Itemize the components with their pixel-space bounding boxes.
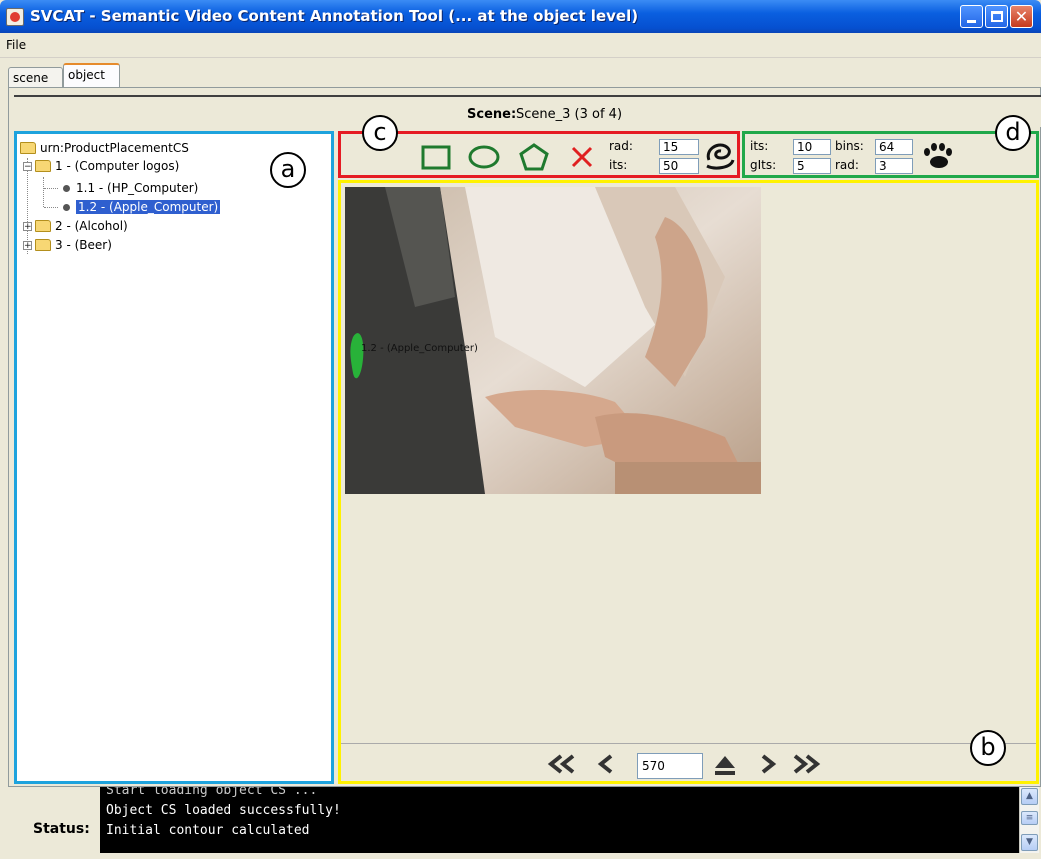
- last-frame-button[interactable]: [791, 750, 823, 778]
- glts-input[interactable]: 5: [793, 158, 831, 174]
- app-icon[interactable]: [6, 8, 24, 26]
- tree-item-alcohol[interactable]: + 2 - (Alcohol): [23, 217, 128, 235]
- marker-d: d: [995, 115, 1031, 151]
- tree-item-label: 1 - (Computer logos): [55, 159, 180, 173]
- eject-button[interactable]: [711, 751, 739, 779]
- menu-file[interactable]: File: [6, 38, 26, 52]
- scroll-down-icon[interactable]: ▼: [1021, 834, 1038, 851]
- status-area: Status: Start loading object CS ... Obje…: [0, 787, 1041, 859]
- expand-icon[interactable]: +: [23, 240, 32, 250]
- minimize-button[interactable]: [960, 5, 983, 28]
- scene-header: Scene: Scene_3 (3 of 4): [14, 95, 1041, 127]
- marker-a: a: [270, 152, 306, 188]
- rad-label: rad:: [609, 139, 633, 153]
- annotation-tree-panel: urn:ProductPlacementCS − 1 - (Computer l…: [14, 131, 334, 784]
- status-scrollbar[interactable]: ▲ ≡ ▼: [1019, 787, 1039, 853]
- scroll-up-icon[interactable]: ▲: [1021, 788, 1038, 805]
- video-frame[interactable]: 1.2 - (Apple_Computer): [345, 187, 761, 494]
- folder-icon: [20, 142, 36, 154]
- status-label: Status:: [33, 821, 90, 837]
- polygon-tool-button[interactable]: [517, 142, 551, 172]
- bins-input[interactable]: 64: [875, 139, 913, 155]
- polygon-icon: [519, 143, 549, 171]
- maximize-button[interactable]: [985, 5, 1008, 28]
- leaf-icon: [63, 203, 70, 211]
- tab-object[interactable]: object: [63, 63, 120, 88]
- tree-item-label: 1.2 - (Apple_Computer): [76, 200, 221, 214]
- status-line: Initial contour calculated: [106, 823, 310, 838]
- video-image: [345, 187, 761, 494]
- object-overlay-label: 1.2 - (Apple_Computer): [361, 343, 478, 354]
- tree-item-label: 1.1 - (HP_Computer): [76, 181, 199, 195]
- folder-icon: [35, 160, 51, 172]
- first-frame-button[interactable]: [545, 750, 577, 778]
- its-input[interactable]: 50: [659, 158, 699, 174]
- left-arrow-icon: [597, 754, 613, 774]
- tab-scene[interactable]: scene: [8, 67, 63, 87]
- scene-label: Scene:: [467, 107, 517, 122]
- next-frame-button[interactable]: [757, 750, 781, 778]
- delete-shape-button[interactable]: [565, 142, 599, 172]
- previous-frame-button[interactable]: [593, 750, 617, 778]
- delete-icon: [571, 146, 593, 168]
- status-line: Object CS loaded successfully!: [106, 803, 341, 818]
- paw-icon: [924, 143, 952, 168]
- collapse-icon[interactable]: −: [23, 161, 32, 171]
- scroll-thumb[interactable]: ≡: [1021, 811, 1038, 825]
- eject-icon: [715, 756, 735, 775]
- tree-item-apple-computer[interactable]: 1.2 - (Apple_Computer): [61, 198, 221, 216]
- scene-value: Scene_3 (3 of 4): [516, 107, 623, 122]
- tree-item-computer-logos[interactable]: − 1 - (Computer logos): [23, 157, 179, 175]
- status-log: Start loading object CS ... Object CS lo…: [100, 787, 1019, 853]
- window-title: SVCAT - Semantic Video Content Annotatio…: [30, 7, 639, 25]
- rad-label: rad:: [835, 158, 859, 172]
- tree-item-hp-computer[interactable]: 1.1 - (HP_Computer): [61, 179, 198, 197]
- right-arrow-icon: [761, 754, 777, 774]
- close-button[interactable]: ✕: [1010, 5, 1033, 28]
- tree-item-label: 3 - (Beer): [55, 238, 112, 252]
- ellipse-icon: [468, 145, 500, 169]
- menu-bar: File: [0, 33, 1041, 58]
- rad-input[interactable]: 3: [875, 158, 913, 174]
- rectangle-icon: [421, 145, 451, 170]
- expand-icon[interactable]: +: [23, 221, 32, 231]
- its-label: its:: [609, 158, 628, 172]
- tree-item-beer[interactable]: + 3 - (Beer): [23, 236, 112, 254]
- folder-icon: [35, 239, 51, 251]
- ellipse-tool-button[interactable]: [467, 142, 501, 172]
- rectangle-tool-button[interactable]: [419, 142, 453, 172]
- double-left-arrow-icon: [547, 754, 575, 774]
- its-input[interactable]: 10: [793, 139, 831, 155]
- shape-toolbar: rad: 15 its: 50: [338, 131, 740, 178]
- snake-icon: [706, 143, 735, 170]
- glts-label: gIts:: [750, 158, 777, 172]
- title-bar: SVCAT - Semantic Video Content Annotatio…: [0, 0, 1041, 33]
- minimize-icon: [967, 20, 976, 23]
- double-right-arrow-icon: [793, 754, 821, 774]
- maximize-icon: [991, 11, 1003, 22]
- marker-b: b: [970, 730, 1006, 766]
- tree-root[interactable]: urn:ProductPlacementCS: [20, 139, 189, 157]
- bins-label: bins:: [835, 139, 864, 153]
- frame-navigation-bar: 570: [341, 743, 1036, 781]
- leaf-icon: [63, 184, 70, 192]
- rad-input[interactable]: 15: [659, 139, 699, 155]
- tree-root-label: urn:ProductPlacementCS: [40, 141, 189, 155]
- video-panel: 1.2 - (Apple_Computer) 570: [338, 180, 1039, 784]
- status-line: Start loading object CS ...: [106, 787, 318, 798]
- tracking-toolbar: its: 10 bins: 64 gIts: 5 rad: 3: [742, 131, 1039, 178]
- folder-icon: [35, 220, 51, 232]
- frame-number-input[interactable]: 570: [637, 753, 703, 779]
- track-button[interactable]: [919, 140, 953, 170]
- marker-c: c: [362, 115, 398, 151]
- snake-tool-button[interactable]: [703, 140, 737, 170]
- its-label: its:: [750, 139, 769, 153]
- tree-item-label: 2 - (Alcohol): [55, 219, 128, 233]
- close-icon: ✕: [1014, 7, 1029, 26]
